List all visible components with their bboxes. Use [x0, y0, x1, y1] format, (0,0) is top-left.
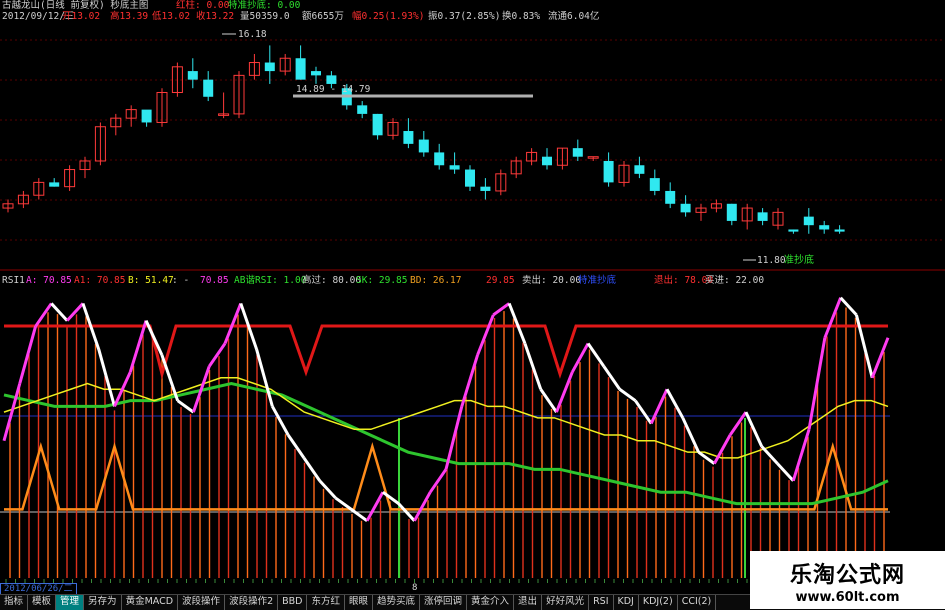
candle-body — [665, 190, 676, 204]
volume-label: 量50359.0 — [240, 11, 290, 22]
candle-body — [542, 156, 552, 166]
low-annotation: 11.80 — [757, 255, 786, 266]
indicator-tab[interactable]: 退出 — [514, 595, 543, 610]
indicator-tab[interactable]: RSI — [589, 595, 614, 610]
indicator-tab[interactable]: KDJ — [614, 595, 639, 610]
indicator-tab[interactable]: 好好风光 — [542, 595, 590, 610]
indicator-bd: BD: 26.17 — [410, 275, 461, 286]
watermark-title: 乐淘公式网 — [789, 563, 905, 588]
indicator-tab[interactable]: 东方红 — [307, 595, 345, 610]
candle-body — [403, 131, 414, 144]
candle-body — [649, 178, 660, 191]
candle-body — [264, 62, 275, 72]
turnover-label: 换0.83% — [502, 10, 540, 22]
candle-body — [203, 79, 214, 97]
indicator-tab[interactable]: 模板 — [28, 595, 57, 610]
candle-body — [187, 71, 198, 80]
indicator-tab[interactable]: 指标 — [0, 595, 29, 610]
chart-title: 古越龙山(日线 前复权) 秒底主图 — [2, 0, 148, 11]
low-label: 低13.02 — [152, 10, 190, 22]
bottom-signal-label: 特准抄底: 0.00 — [228, 0, 301, 11]
indicator-tab[interactable]: 趋势买底 — [373, 595, 421, 610]
candle-body — [372, 113, 383, 136]
indicator-sell: 卖出: 20.00 — [522, 274, 581, 286]
indicator-tab[interactable]: CCI(2) — [678, 595, 717, 610]
indicator-tab[interactable]: 眼眼 — [345, 595, 373, 610]
high-annotation: 16.18 — [238, 29, 267, 40]
indicator-tab[interactable]: 波段操作2 — [225, 595, 279, 610]
candle-body — [757, 212, 768, 221]
candle-body — [480, 186, 491, 191]
indicator-a1: A1: 70.85 — [74, 275, 125, 286]
range-annotation: 14.89 - 14.79 — [296, 84, 371, 95]
indicator-c: : - — [172, 275, 189, 286]
red-line-label: 红柱: 0.00 — [176, 0, 230, 11]
candle-body — [326, 75, 337, 84]
watermark: 乐淘公式网 www.60lt.com — [750, 551, 945, 609]
indicator-a: A: 70.85 — [26, 275, 72, 286]
candle-body — [634, 165, 645, 174]
high-label: 高13.39 — [110, 10, 148, 22]
indicator-sk: SK: 29.85 — [356, 275, 407, 286]
candle-body — [295, 58, 306, 80]
indicator-name: RSI1 — [2, 275, 25, 286]
indicator-e: 29.85 — [486, 275, 515, 286]
candle-body — [788, 229, 799, 232]
indicator-tab[interactable]: 管理 — [56, 595, 85, 610]
indicator-tab[interactable]: 黄金介入 — [467, 595, 515, 610]
open-label: 开13.02 — [62, 11, 100, 22]
amount-label: 额6655万 — [302, 10, 344, 22]
candle-body — [434, 152, 445, 166]
candle-body — [803, 216, 814, 226]
footer-mid-label: 8 — [412, 583, 418, 593]
indicator-tab[interactable]: KDJ(2) — [639, 595, 678, 610]
candle-body — [357, 105, 368, 114]
candle-body — [49, 182, 60, 187]
close-label: 收13.22 — [196, 10, 234, 22]
indicator-tab[interactable]: 波段操作 — [178, 595, 226, 610]
candle-body — [680, 203, 691, 213]
candle-body — [834, 229, 845, 232]
change-label: 幅0.25(1.93%) — [352, 10, 424, 22]
indicator-b: B: 51.47 — [128, 275, 174, 286]
indicator-buy: 买进: 22.00 — [705, 275, 764, 286]
indicator-tab[interactable]: 另存为 — [84, 595, 122, 610]
candle-body — [726, 203, 737, 221]
indicator-d: 70.85 — [200, 275, 229, 286]
candle-body — [449, 165, 460, 170]
candle-body — [572, 148, 583, 157]
candle-body — [311, 71, 321, 76]
candle-body — [418, 139, 429, 153]
watermark-url: www.60lt.com — [795, 590, 900, 605]
candle-body — [603, 160, 614, 183]
indicator-tab[interactable]: BBD — [278, 595, 308, 610]
candle-body — [141, 109, 152, 123]
float-label: 流通6.04亿 — [548, 10, 599, 22]
indicator-ab: AB谐RSI: 1.00 — [234, 275, 307, 286]
indicator-overbought: 高过: 80.00 — [302, 274, 361, 286]
indicator-tab[interactable]: 涨停回调 — [420, 595, 468, 610]
chart-area[interactable]: 古越龙山(日线 前复权) 秒底主图 红柱: 0.00 特准抄底: 0.00 20… — [0, 0, 945, 609]
candle-body — [819, 225, 830, 230]
indicator-f: 特准抄底 — [578, 274, 617, 286]
swing-label: 振0.37(2.85%) — [428, 10, 500, 22]
low-signal-annotation: 准抄底 — [784, 253, 814, 266]
candle-body — [465, 169, 475, 187]
indicator-tab[interactable]: 黄金MACD — [122, 595, 179, 610]
